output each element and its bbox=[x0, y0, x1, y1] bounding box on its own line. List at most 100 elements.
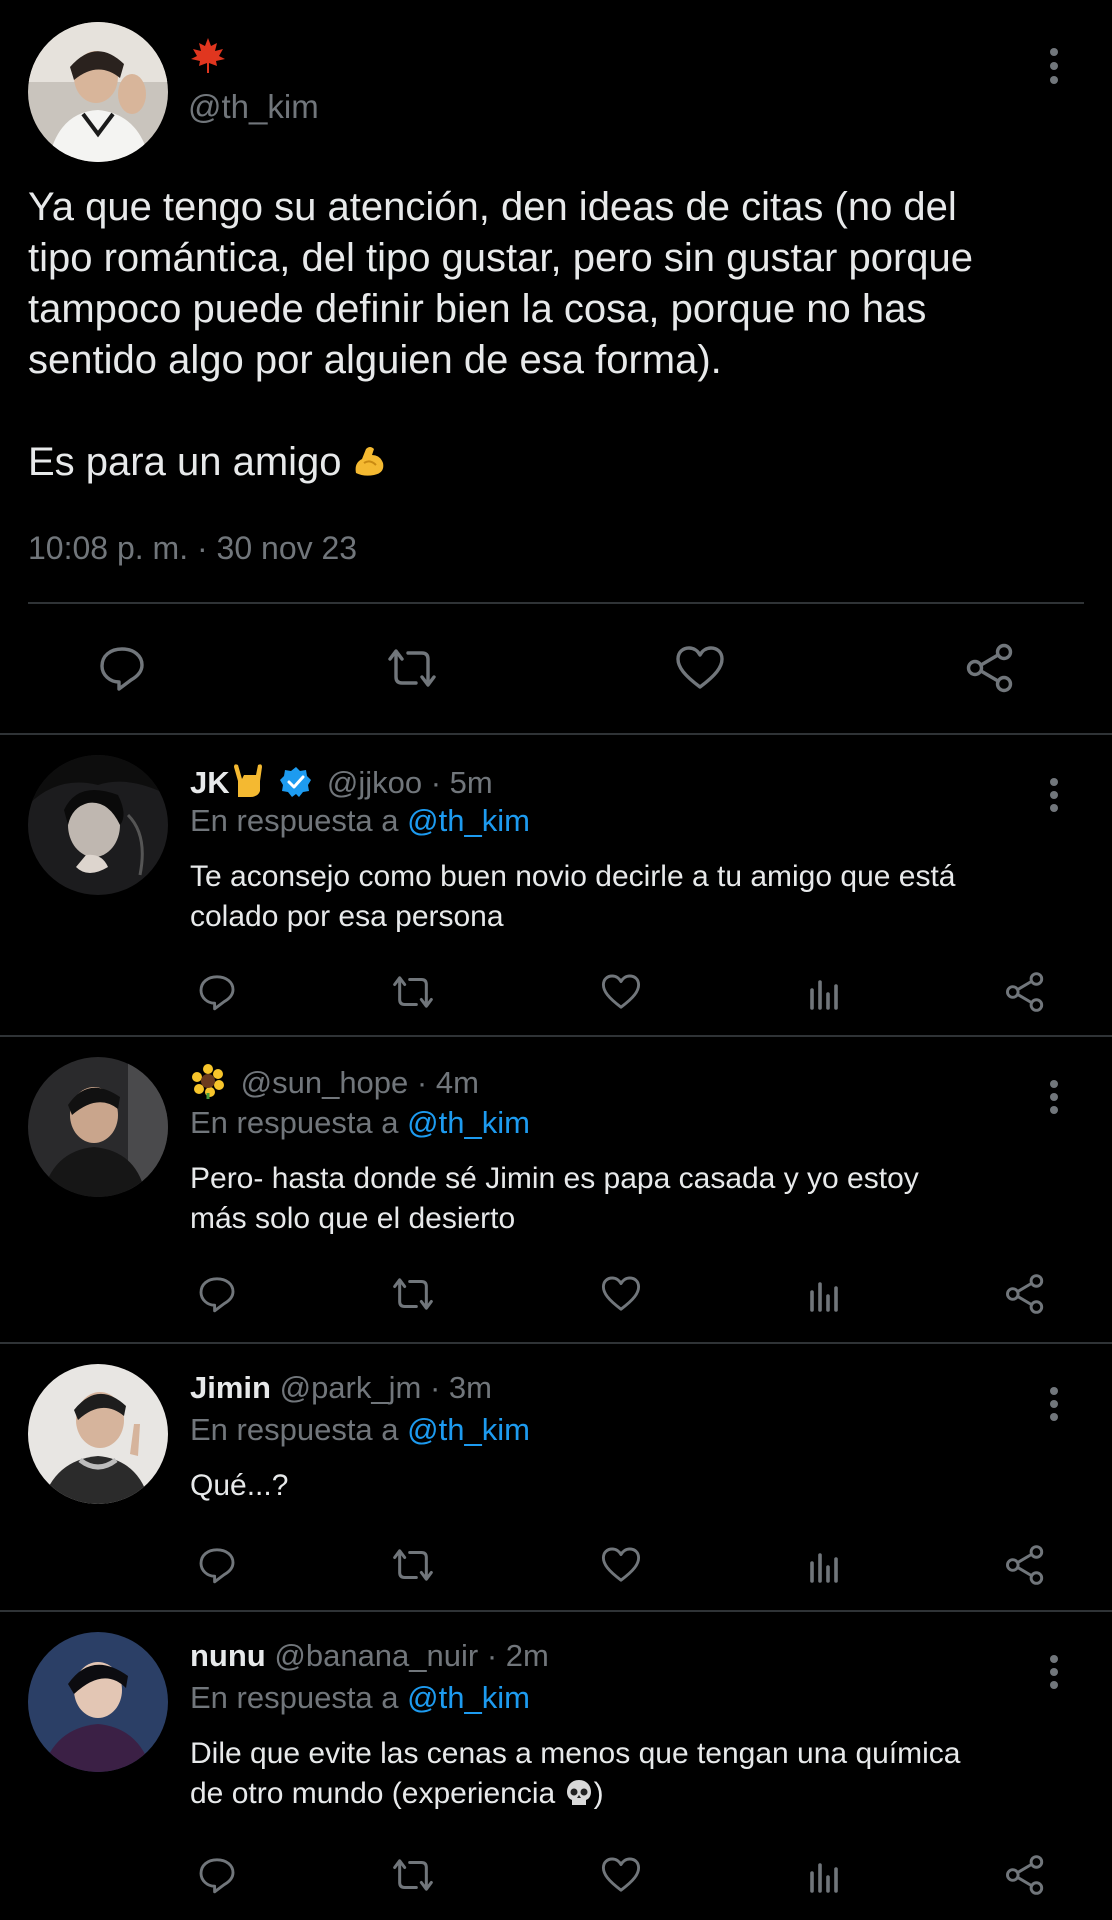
tweet-timestamp[interactable]: 10:08 p. m. · 30 nov 23 bbox=[28, 530, 357, 567]
reply-tweet[interactable]: JK @jjkoo · 5m En respuesta a @th_kim Te… bbox=[0, 735, 1112, 1035]
reply-icon bbox=[100, 647, 144, 691]
views-button[interactable] bbox=[800, 1850, 850, 1900]
like-icon bbox=[601, 974, 641, 1009]
main-avatar[interactable] bbox=[28, 22, 168, 162]
reply-header: JK @jjkoo · 5m bbox=[190, 761, 493, 807]
share-button[interactable] bbox=[1000, 1269, 1050, 1319]
reply-text-line2: de otro mundo (experiencia bbox=[190, 1777, 556, 1810]
retweet-icon bbox=[388, 649, 436, 687]
main-text-line: tipo romántica, del tipo gustar, pero si… bbox=[28, 236, 973, 280]
reply-tweet[interactable]: Jimin @park_jm · 3m En respuesta a @th_k… bbox=[0, 1344, 1112, 1610]
reply-handle[interactable]: @park_jm bbox=[280, 1370, 422, 1405]
reply-more-options-button[interactable] bbox=[1034, 1384, 1074, 1424]
views-icon bbox=[810, 1553, 838, 1583]
retweet-icon bbox=[393, 1549, 433, 1581]
share-button[interactable] bbox=[1000, 967, 1050, 1017]
main-more-options-button[interactable] bbox=[1034, 46, 1074, 86]
in-reply-to-link[interactable]: @th_kim bbox=[407, 1105, 530, 1140]
reply-display-name[interactable]: Jimin bbox=[190, 1370, 271, 1405]
sunflower-icon bbox=[190, 1063, 226, 1107]
reply-avatar[interactable] bbox=[28, 1632, 168, 1772]
retweet-icon bbox=[393, 976, 433, 1008]
reply-time[interactable]: · 3m bbox=[430, 1370, 492, 1405]
reply-text-line-last: de otro mundo (experiencia ) bbox=[190, 1774, 1070, 1819]
reply-text-line: colado por esa persona bbox=[190, 900, 504, 933]
in-reply-to: En respuesta a @th_kim bbox=[190, 1105, 530, 1141]
reply-text-line: más solo que el desierto bbox=[190, 1202, 516, 1235]
retweet-icon bbox=[393, 1859, 433, 1891]
reply-avatar[interactable] bbox=[28, 1057, 168, 1197]
like-button[interactable] bbox=[596, 1850, 646, 1900]
reply-actions bbox=[0, 1540, 1112, 1590]
reply-more-options-button[interactable] bbox=[1034, 1652, 1074, 1692]
views-button[interactable] bbox=[800, 1269, 850, 1319]
share-icon bbox=[1006, 1545, 1044, 1585]
share-button[interactable] bbox=[1000, 1850, 1050, 1900]
views-icon bbox=[810, 1863, 838, 1893]
main-handle[interactable]: @th_kim bbox=[188, 88, 319, 126]
reply-button[interactable] bbox=[92, 640, 152, 696]
main-text-line: sentido algo por alguien de esa forma). bbox=[28, 338, 722, 382]
retweet-button[interactable] bbox=[388, 1850, 438, 1900]
views-button[interactable] bbox=[800, 1540, 850, 1590]
reply-display-name[interactable]: nunu bbox=[190, 1638, 266, 1673]
retweet-button[interactable] bbox=[388, 1540, 438, 1590]
in-reply-to-label: En respuesta a bbox=[190, 1680, 408, 1715]
reply-button[interactable] bbox=[192, 1269, 242, 1319]
reply-icon bbox=[199, 1548, 235, 1584]
retweet-button[interactable] bbox=[380, 640, 444, 696]
retweet-button[interactable] bbox=[388, 967, 438, 1017]
reply-text-line: Qué...? bbox=[190, 1469, 289, 1502]
like-icon bbox=[601, 1276, 641, 1311]
more-options-icon bbox=[1050, 1080, 1058, 1114]
retweet-icon bbox=[393, 1278, 433, 1310]
reply-actions bbox=[0, 1850, 1112, 1900]
share-icon bbox=[1006, 1855, 1044, 1895]
reply-button[interactable] bbox=[192, 1540, 242, 1590]
views-button[interactable] bbox=[800, 967, 850, 1017]
like-button[interactable] bbox=[596, 1269, 646, 1319]
reply-time[interactable]: · 4m bbox=[417, 1065, 479, 1100]
reply-time[interactable]: · 5m bbox=[431, 765, 493, 800]
like-button[interactable] bbox=[670, 640, 730, 696]
share-icon bbox=[1006, 972, 1044, 1012]
reply-display-name[interactable]: JK bbox=[190, 765, 230, 800]
reply-handle[interactable]: @sun_hope bbox=[241, 1065, 409, 1100]
reply-icon bbox=[199, 975, 235, 1011]
main-text-line5: Es para un amigo bbox=[28, 440, 342, 484]
in-reply-to-link[interactable]: @th_kim bbox=[407, 1412, 530, 1447]
in-reply-to: En respuesta a @th_kim bbox=[190, 1412, 530, 1448]
in-reply-to-link[interactable]: @th_kim bbox=[407, 803, 530, 838]
in-reply-to: En respuesta a @th_kim bbox=[190, 1680, 530, 1716]
reply-tweet[interactable]: @sun_hope · 4m En respuesta a @th_kim Pe… bbox=[0, 1037, 1112, 1337]
views-icon bbox=[810, 1282, 838, 1312]
sign-of-horns-icon bbox=[230, 761, 268, 807]
reply-button[interactable] bbox=[192, 1850, 242, 1900]
like-button[interactable] bbox=[596, 1540, 646, 1590]
share-button[interactable] bbox=[960, 640, 1020, 696]
more-options-icon bbox=[1050, 1655, 1058, 1689]
main-tweet: @th_kim Ya que tengo su atención, den id… bbox=[0, 0, 1112, 734]
reply-text: Te aconsejo como buen novio decirle a tu… bbox=[190, 857, 1070, 937]
reply-header: @sun_hope · 4m bbox=[190, 1063, 479, 1107]
skull-icon bbox=[564, 1778, 594, 1819]
reply-avatar[interactable] bbox=[28, 755, 168, 895]
reply-handle[interactable]: @banana_nuir bbox=[274, 1638, 478, 1673]
reply-tweet[interactable]: nunu @banana_nuir · 2m En respuesta a @t… bbox=[0, 1612, 1112, 1920]
in-reply-to-label: En respuesta a bbox=[190, 1412, 408, 1447]
reply-button[interactable] bbox=[192, 967, 242, 1017]
reply-more-options-button[interactable] bbox=[1034, 1077, 1074, 1117]
in-reply-to-link[interactable]: @th_kim bbox=[407, 1680, 530, 1715]
reply-handle[interactable]: @jjkoo bbox=[327, 765, 422, 800]
share-button[interactable] bbox=[1000, 1540, 1050, 1590]
reply-header: nunu @banana_nuir · 2m bbox=[190, 1638, 549, 1674]
reply-actions bbox=[0, 1269, 1112, 1319]
retweet-button[interactable] bbox=[388, 1269, 438, 1319]
share-icon bbox=[966, 643, 1013, 693]
like-icon bbox=[601, 1857, 641, 1892]
reply-time[interactable]: · 2m bbox=[487, 1638, 549, 1673]
reply-text-line: Pero- hasta donde sé Jimin es papa casad… bbox=[190, 1162, 919, 1195]
reply-more-options-button[interactable] bbox=[1034, 775, 1074, 815]
reply-avatar[interactable] bbox=[28, 1364, 168, 1504]
like-button[interactable] bbox=[596, 967, 646, 1017]
